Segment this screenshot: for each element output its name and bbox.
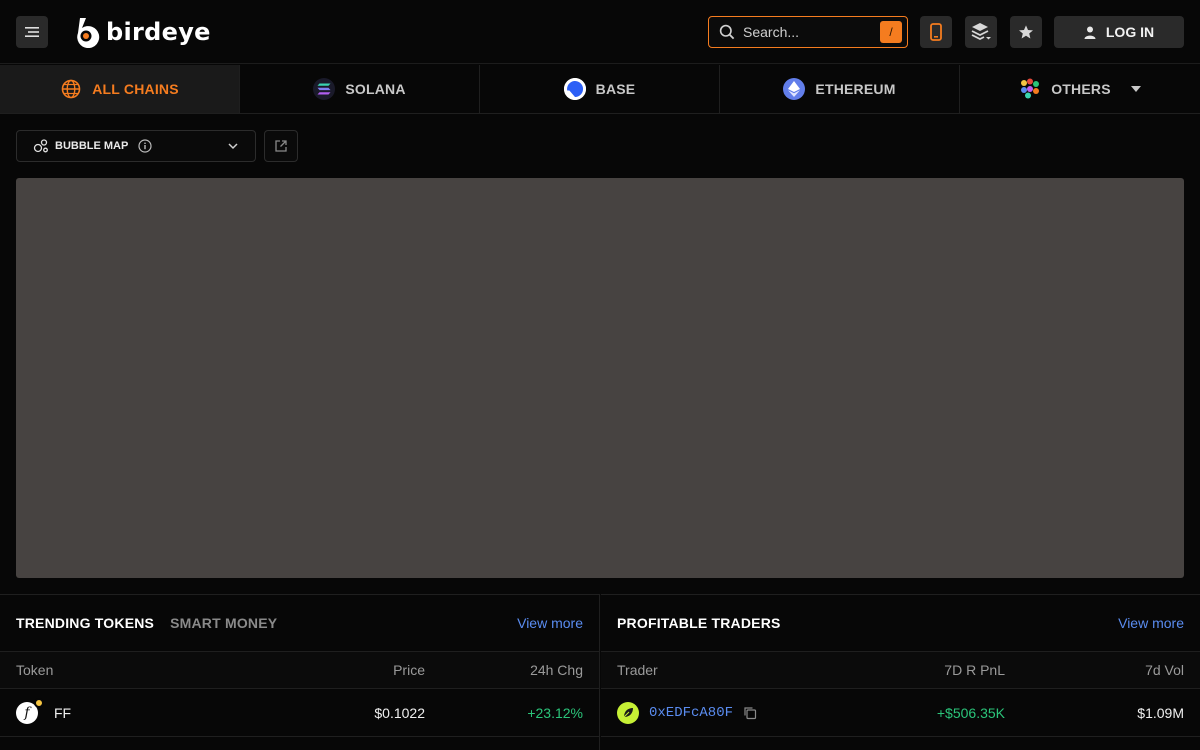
table-header: Token Price 24h Chg [0,652,599,689]
birdeye-logo[interactable]: birdeye [72,14,211,50]
top-header: birdeye / LOG IN [0,0,1200,64]
table-header: Trader 7D R PnL 7d Vol [601,652,1200,689]
solana-icon [313,78,336,100]
tab-label: ALL CHAINS [92,81,179,97]
watchlist-button[interactable] [1010,16,1042,48]
token-price: $0.1022 [374,704,425,721]
search-input[interactable] [743,24,869,40]
layers-button[interactable] [965,16,997,48]
globe-icon [60,78,82,100]
ethereum-icon [783,78,806,100]
table-row[interactable]: 0xEDFcA80F +$506.35K $1.09M [601,689,1200,737]
tab-base[interactable]: BASE [480,65,720,113]
tab-label: SOLANA [345,81,406,97]
bubble-map-label: BUBBLE MAP [55,140,129,152]
leaf-icon [622,707,633,718]
mobile-icon [930,23,942,41]
hamburger-icon [25,27,39,37]
panel-header: PROFITABLE TRADERS View more [601,595,1200,652]
search-shortcut-key: / [880,21,902,43]
column-token: Token [16,662,54,678]
logo-text: birdeye [106,18,211,46]
trader-address[interactable]: 0xEDFcA80F [649,705,733,721]
trader-pnl: +$506.35K [936,704,1005,721]
tab-trending-tokens[interactable]: TRENDING TOKENS [16,615,154,631]
profitable-traders-panel: PROFITABLE TRADERS View more Trader 7D R… [601,594,1200,750]
layers-icon [971,23,991,41]
open-external-button[interactable] [264,130,298,162]
panel-header: TRENDING TOKENS SMART MONEY View more [0,595,599,652]
verified-badge-icon [34,697,44,708]
login-button[interactable]: LOG IN [1054,16,1184,48]
trader-avatar [617,701,639,724]
table-row[interactable]: f FF $0.1022 +23.12% [0,689,599,737]
tab-all-chains[interactable]: ALL CHAINS [0,65,240,113]
external-link-icon [275,140,287,152]
menu-button[interactable] [16,16,48,48]
chain-tabs: ALL CHAINS SOLANA BASE ETHEREUM OTHERS [0,65,1200,114]
info-icon[interactable] [138,139,152,153]
tab-smart-money[interactable]: SMART MONEY [170,615,277,631]
chevron-down-icon [228,143,238,150]
bubble-map-icon [33,139,48,153]
tab-label: OTHERS [1051,81,1111,97]
bubble-map-canvas[interactable] [16,178,1184,578]
tab-label: ETHEREUM [815,81,896,97]
mobile-app-button[interactable] [920,16,952,48]
view-more-link[interactable]: View more [517,615,583,631]
view-more-link[interactable]: View more [1118,615,1184,631]
birdeye-logo-icon [77,18,100,48]
token-symbol: FF [54,704,72,721]
token-change: +23.12% [527,704,583,721]
tab-label: BASE [595,81,636,97]
others-icon [1019,78,1041,100]
column-24h-change: 24h Chg [530,662,583,678]
column-pnl: 7D R PnL [944,662,1005,678]
caret-down-icon [1130,86,1141,92]
token-logo-icon: f [16,697,44,724]
user-icon [1084,26,1096,39]
star-icon [1019,25,1033,39]
tab-ethereum[interactable]: ETHEREUM [720,65,960,113]
login-label: LOG IN [1105,24,1155,40]
column-price: Price [393,662,425,678]
tab-solana[interactable]: SOLANA [240,65,480,113]
search-box[interactable]: / [708,16,908,48]
trader-volume: $1.09M [1137,704,1184,721]
bubble-map-select[interactable]: BUBBLE MAP [16,130,256,162]
tab-others[interactable]: OTHERS [960,65,1200,113]
panel-title: PROFITABLE TRADERS [617,615,781,631]
column-volume: 7d Vol [1145,662,1184,678]
copy-icon[interactable] [743,706,757,720]
base-icon [563,78,586,100]
search-icon [719,24,735,40]
column-trader: Trader [617,662,658,678]
trending-tokens-panel: TRENDING TOKENS SMART MONEY View more To… [0,594,600,750]
